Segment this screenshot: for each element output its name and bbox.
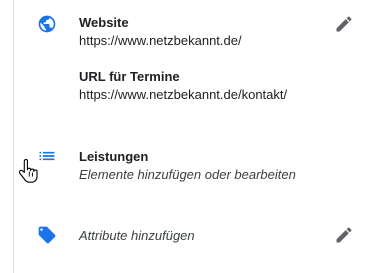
hand-cursor-icon — [19, 158, 38, 183]
website-label: Website — [79, 15, 129, 30]
tag-icon — [38, 226, 56, 244]
business-info-panel: Website https://www.netzbekannt.de/ URL … — [0, 0, 377, 273]
appointment-url-row[interactable]: URL für Termine https://www.netzbekannt.… — [0, 62, 377, 112]
globe-icon — [38, 15, 56, 33]
services-row[interactable]: Leistungen Elemente hinzufügen oder bear… — [0, 140, 377, 190]
list-icon — [39, 151, 55, 161]
pencil-icon[interactable] — [334, 225, 354, 245]
appointment-url: https://www.netzbekannt.de/kontakt/ — [79, 87, 288, 102]
website-url: https://www.netzbekannt.de/ — [79, 33, 242, 48]
website-row[interactable]: Website https://www.netzbekannt.de/ — [0, 0, 377, 60]
attributes-hint[interactable]: Attribute hinzufügen — [79, 228, 195, 244]
attributes-row[interactable]: Attribute hinzufügen — [0, 215, 377, 255]
services-hint[interactable]: Elemente hinzufügen oder bearbeiten — [79, 167, 296, 183]
pencil-icon[interactable] — [334, 14, 354, 34]
services-label: Leistungen — [79, 149, 149, 164]
appointment-url-label: URL für Termine — [79, 69, 180, 84]
